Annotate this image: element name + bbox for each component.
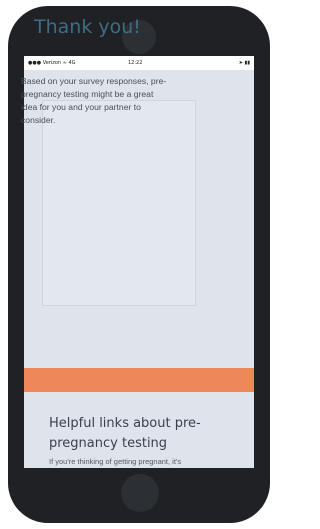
home-button[interactable] [121, 474, 159, 512]
carrier-label: Verizon [42, 60, 62, 66]
result-card [42, 100, 196, 306]
status-bar: ●●● Verizon ≈ 4G 12:22 ➤ ▮▮ [24, 56, 254, 70]
battery-icon: ▮▮ [244, 60, 250, 66]
network-label: 4G [68, 60, 76, 66]
signal-icon: ●●● [28, 60, 42, 66]
accent-band [24, 368, 254, 392]
thank-you-title: Thank you! [34, 16, 141, 38]
status-time: 12:22 [128, 60, 143, 66]
links-section-title: Helpful links about pre-pregnancy testin… [49, 416, 201, 451]
location-icon: ➤ [238, 60, 243, 66]
links-section-intro: If you're thinking of getting pregnant, … [49, 457, 182, 466]
survey-result-text: Based on your survey responses, pre-preg… [21, 76, 167, 125]
wifi-icon: ≈ [62, 60, 67, 66]
